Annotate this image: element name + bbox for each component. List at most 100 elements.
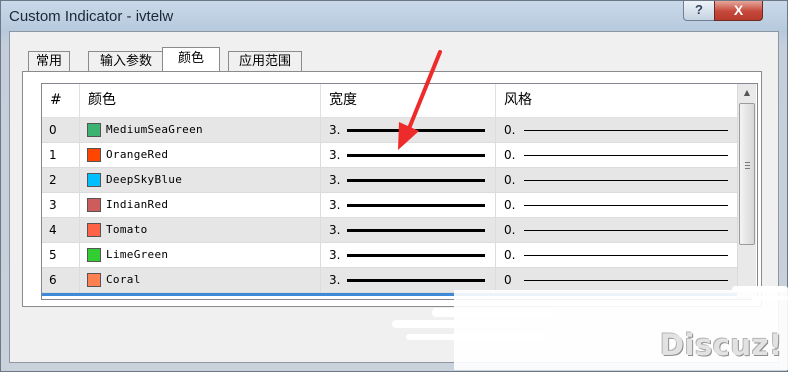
color-settings-list[interactable]: # 颜色 宽度 风格 0 MediumSeaGreen 3. 0. 1 OrangeRed… — [41, 83, 758, 300]
width-cell[interactable]: 3. — [320, 168, 495, 192]
style-value: 0. — [504, 148, 516, 162]
style-cell[interactable]: 0. — [495, 218, 737, 242]
tab-colors[interactable]: 颜色 — [162, 47, 220, 71]
style-value: 0. — [504, 123, 516, 137]
width-cell[interactable]: 3. — [320, 193, 495, 217]
width-value: 3. — [329, 248, 341, 262]
color-cell[interactable]: OrangeRed — [79, 143, 320, 167]
color-cell[interactable]: Coral — [79, 268, 320, 292]
color-swatch — [87, 173, 101, 187]
color-cell[interactable]: MediumSeaGreen — [79, 118, 320, 142]
style-cell[interactable]: 0. — [495, 118, 737, 142]
row-index: 2 — [49, 173, 57, 187]
color-name: Tomato — [106, 223, 148, 236]
style-cell[interactable]: 0. — [495, 193, 737, 217]
header-width[interactable]: 宽度 — [320, 84, 495, 117]
table-row[interactable]: 3 IndianRed 3. 0. — [42, 193, 737, 218]
color-swatch — [87, 123, 101, 137]
width-cell[interactable]: 3. — [320, 143, 495, 167]
tab-inputs[interactable]: 输入参数 — [88, 51, 164, 71]
header-index[interactable]: # — [42, 84, 79, 117]
tab-visualization[interactable]: 应用范围 — [228, 51, 302, 71]
color-name: MediumSeaGreen — [106, 123, 203, 136]
style-line-preview — [524, 280, 728, 281]
header-color[interactable]: 颜色 — [79, 84, 320, 117]
color-name: DeepSkyBlue — [106, 173, 183, 186]
row-index: 1 — [49, 148, 57, 162]
width-value: 3. — [329, 173, 341, 187]
style-value: 0 — [504, 273, 512, 287]
close-button[interactable]: X — [714, 1, 763, 21]
table-row[interactable]: 4 Tomato 3. 0. — [42, 218, 737, 243]
style-line-preview — [524, 155, 728, 156]
table-row[interactable]: 6 Coral 3. 0 — [42, 268, 737, 293]
style-value: 0. — [504, 223, 516, 237]
width-value: 3. — [329, 223, 341, 237]
width-cell[interactable]: 3. — [320, 218, 495, 242]
grip-icon — [745, 165, 750, 166]
width-line-preview — [347, 154, 485, 157]
header-style[interactable]: 风格 — [495, 84, 737, 117]
color-swatch — [87, 273, 101, 287]
style-line-preview — [524, 205, 728, 206]
grip-icon — [745, 168, 750, 169]
up-arrow-icon[interactable]: ▲ — [738, 84, 756, 101]
list-header: # 颜色 宽度 风格 — [42, 84, 737, 118]
width-line-preview — [347, 204, 485, 207]
width-cell[interactable]: 3. — [320, 268, 495, 292]
style-line-preview — [524, 230, 728, 231]
width-value: 3. — [329, 148, 341, 162]
width-line-preview — [347, 254, 485, 257]
width-value: 3. — [329, 198, 341, 212]
color-name: LimeGreen — [106, 248, 169, 261]
window-title: Custom Indicator - ivtelw — [9, 8, 174, 25]
table-row[interactable]: 1 OrangeRed 3. 0. — [42, 143, 737, 168]
width-line-preview — [347, 129, 485, 132]
style-line-preview — [524, 255, 728, 256]
style-line-preview — [524, 130, 728, 131]
color-cell[interactable]: DeepSkyBlue — [79, 168, 320, 192]
width-cell[interactable]: 3. — [320, 118, 495, 142]
width-line-preview — [347, 229, 485, 232]
style-line-preview — [524, 180, 728, 181]
table-row[interactable]: 5 LimeGreen 3. 0. — [42, 243, 737, 268]
color-swatch — [87, 248, 101, 262]
color-cell[interactable]: Tomato — [79, 218, 320, 242]
width-cell[interactable]: 3. — [320, 243, 495, 267]
title-bar[interactable]: Custom Indicator - ivtelw ? X — [1, 1, 787, 35]
selection-highlight — [42, 293, 737, 296]
width-line-preview — [347, 279, 485, 282]
row-index: 6 — [49, 273, 57, 287]
style-cell[interactable]: 0. — [495, 168, 737, 192]
table-row[interactable]: 0 MediumSeaGreen 3. 0. — [42, 118, 737, 143]
grip-icon — [745, 162, 750, 163]
scroll-thumb[interactable] — [739, 103, 755, 245]
row-index: 5 — [49, 248, 57, 262]
width-value: 3. — [329, 273, 341, 287]
color-name: Coral — [106, 273, 141, 286]
row-index: 3 — [49, 198, 57, 212]
color-swatch — [87, 148, 101, 162]
color-swatch — [87, 223, 101, 237]
table-row[interactable]: 2 DeepSkyBlue 3. 0. — [42, 168, 737, 193]
vertical-scrollbar[interactable]: ▲ — [737, 84, 756, 299]
color-name: IndianRed — [106, 198, 169, 211]
width-line-preview — [347, 179, 485, 182]
style-cell[interactable]: 0. — [495, 143, 737, 167]
style-cell[interactable]: 0. — [495, 243, 737, 267]
style-value: 0. — [504, 198, 516, 212]
row-index: 4 — [49, 223, 57, 237]
style-value: 0. — [504, 173, 516, 187]
help-button[interactable]: ? — [683, 1, 715, 21]
row-index: 0 — [49, 123, 57, 137]
color-name: OrangeRed — [106, 148, 169, 161]
color-cell[interactable]: LimeGreen — [79, 243, 320, 267]
color-swatch — [87, 198, 101, 212]
style-value: 0. — [504, 248, 516, 262]
color-cell[interactable]: IndianRed — [79, 193, 320, 217]
tab-general[interactable]: 常用 — [28, 51, 70, 71]
custom-indicator-window: Custom Indicator - ivtelw ? X 常用 输入参数 颜色… — [0, 0, 788, 372]
list-rows: 0 MediumSeaGreen 3. 0. 1 OrangeRed 3. 0. 2 DeepSk… — [42, 118, 737, 293]
width-value: 3. — [329, 123, 341, 137]
style-cell[interactable]: 0 — [495, 268, 737, 292]
